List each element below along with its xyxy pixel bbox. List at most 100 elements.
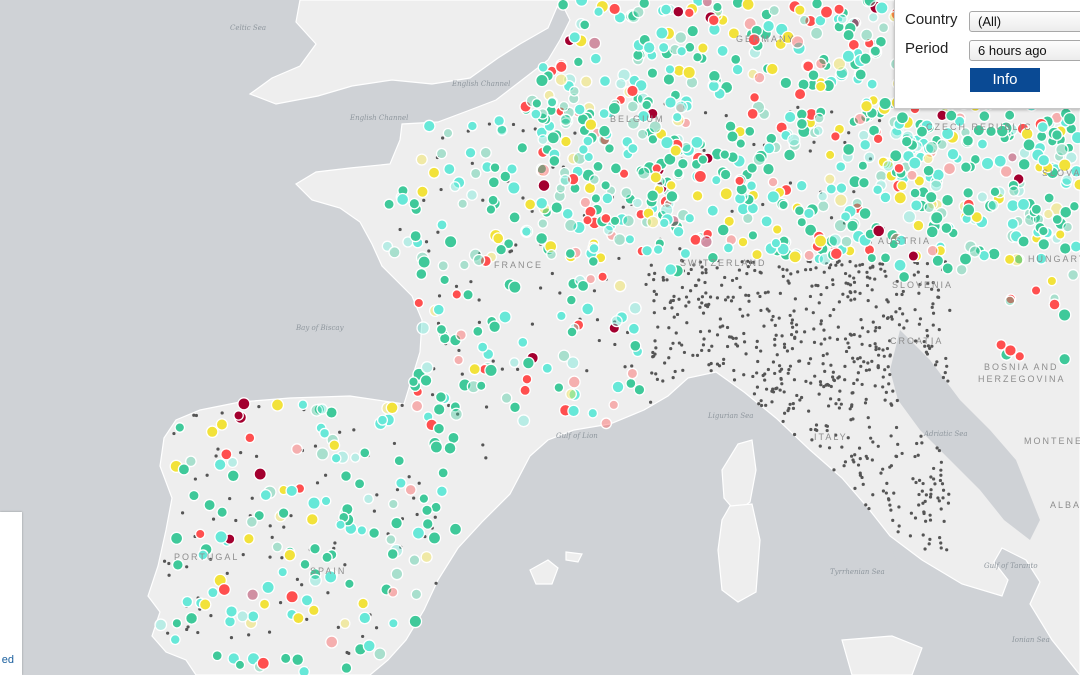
aq-marker[interactable] xyxy=(564,247,576,260)
aq-marker[interactable] xyxy=(385,401,399,415)
aq-marker[interactable] xyxy=(620,186,633,199)
aq-marker[interactable] xyxy=(652,244,664,255)
aq-marker[interactable] xyxy=(328,439,341,452)
aq-marker[interactable] xyxy=(1038,225,1049,237)
aq-marker[interactable] xyxy=(609,162,622,175)
aq-marker[interactable] xyxy=(188,489,200,502)
aq-marker[interactable] xyxy=(833,3,845,16)
aq-marker[interactable] xyxy=(554,73,568,87)
aq-marker[interactable] xyxy=(642,41,656,55)
aq-marker[interactable] xyxy=(716,223,730,237)
aq-marker[interactable] xyxy=(335,519,346,531)
aq-marker[interactable] xyxy=(601,192,614,205)
aq-marker[interactable] xyxy=(734,175,745,187)
aq-marker[interactable] xyxy=(814,80,827,93)
aq-marker[interactable] xyxy=(745,180,758,192)
aq-marker[interactable] xyxy=(793,205,805,217)
aq-marker[interactable] xyxy=(819,5,834,19)
aq-marker[interactable] xyxy=(390,516,404,530)
aq-marker[interactable] xyxy=(787,133,801,147)
aq-marker[interactable] xyxy=(692,51,703,63)
aq-marker[interactable] xyxy=(690,135,704,149)
aq-marker[interactable] xyxy=(451,289,463,300)
aq-marker[interactable] xyxy=(291,443,303,456)
aq-marker[interactable] xyxy=(477,341,489,353)
aq-marker[interactable] xyxy=(1046,275,1058,287)
aq-marker[interactable] xyxy=(1017,157,1031,171)
aq-marker[interactable] xyxy=(566,356,580,370)
aq-marker[interactable] xyxy=(793,87,807,101)
aq-marker[interactable] xyxy=(765,62,779,76)
aq-marker[interactable] xyxy=(872,184,884,196)
aq-marker[interactable] xyxy=(464,146,477,159)
aq-marker[interactable] xyxy=(906,169,918,181)
aq-marker[interactable] xyxy=(859,52,872,65)
aq-marker[interactable] xyxy=(427,166,441,179)
aq-marker[interactable] xyxy=(659,3,673,16)
aq-marker[interactable] xyxy=(762,19,776,33)
aq-marker[interactable] xyxy=(961,203,976,217)
aq-marker[interactable] xyxy=(531,98,543,109)
aq-marker[interactable] xyxy=(589,52,602,65)
aq-marker[interactable] xyxy=(429,440,444,454)
aq-marker[interactable] xyxy=(846,219,859,233)
aq-marker[interactable] xyxy=(854,68,867,81)
aq-marker[interactable] xyxy=(607,101,622,116)
aq-marker[interactable] xyxy=(613,279,627,293)
aq-marker[interactable] xyxy=(922,153,934,165)
aq-marker[interactable] xyxy=(443,162,456,176)
aq-marker[interactable] xyxy=(665,179,677,191)
aq-marker[interactable] xyxy=(535,196,549,210)
aq-marker[interactable] xyxy=(271,541,283,553)
aq-marker[interactable] xyxy=(462,288,474,301)
aq-marker[interactable] xyxy=(598,108,610,120)
aq-marker[interactable] xyxy=(300,594,314,607)
aq-marker[interactable] xyxy=(857,160,869,171)
aq-marker[interactable] xyxy=(878,96,892,111)
aq-marker[interactable] xyxy=(244,432,256,444)
aq-marker[interactable] xyxy=(408,614,423,629)
aq-marker[interactable] xyxy=(415,153,428,166)
aq-marker[interactable] xyxy=(866,252,878,264)
aq-marker[interactable] xyxy=(291,653,305,667)
aq-marker[interactable] xyxy=(561,207,574,220)
aq-marker[interactable] xyxy=(1043,192,1055,204)
aq-marker[interactable] xyxy=(1003,253,1016,266)
aq-marker[interactable] xyxy=(627,142,639,155)
aq-marker[interactable] xyxy=(421,518,434,530)
aq-marker[interactable] xyxy=(851,197,863,210)
aq-marker[interactable] xyxy=(803,249,815,262)
aq-marker[interactable] xyxy=(487,194,499,206)
aq-marker[interactable] xyxy=(588,242,600,254)
aq-marker[interactable] xyxy=(836,13,848,25)
aq-marker[interactable] xyxy=(753,71,766,84)
aq-marker[interactable] xyxy=(658,217,670,229)
aq-marker[interactable] xyxy=(383,198,395,210)
aq-marker[interactable] xyxy=(912,219,925,232)
aq-marker[interactable] xyxy=(256,656,270,670)
aq-marker[interactable] xyxy=(1062,111,1077,126)
aq-marker[interactable] xyxy=(455,329,467,341)
aq-marker[interactable] xyxy=(674,100,688,114)
aq-marker[interactable] xyxy=(559,174,572,187)
aq-marker[interactable] xyxy=(368,527,381,539)
aq-marker[interactable] xyxy=(1030,203,1043,216)
aq-marker[interactable] xyxy=(198,598,212,611)
aq-marker[interactable] xyxy=(579,19,591,31)
aq-marker[interactable] xyxy=(553,382,565,394)
aq-marker[interactable] xyxy=(910,199,923,212)
aq-marker[interactable] xyxy=(386,547,399,561)
aq-marker[interactable] xyxy=(895,111,910,125)
aq-marker[interactable] xyxy=(924,190,938,204)
aq-marker[interactable] xyxy=(1073,178,1080,191)
aq-marker[interactable] xyxy=(622,214,635,228)
aq-marker[interactable] xyxy=(520,226,532,237)
aq-marker[interactable] xyxy=(495,243,508,256)
aq-marker[interactable] xyxy=(976,138,989,150)
aq-marker[interactable] xyxy=(521,373,533,385)
aq-marker[interactable] xyxy=(299,558,311,570)
aq-marker[interactable] xyxy=(817,200,830,213)
aq-marker[interactable] xyxy=(468,362,481,376)
aq-marker[interactable] xyxy=(283,548,297,562)
aq-marker[interactable] xyxy=(699,235,713,249)
